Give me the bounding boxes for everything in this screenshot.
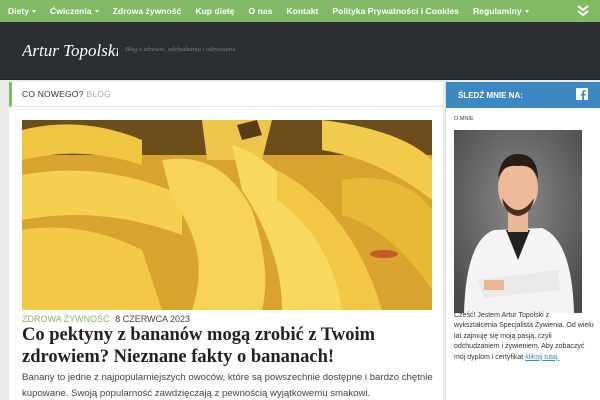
top-navigation: Diety Ćwiczenia Zdrowa żywność Kup dietę… xyxy=(0,0,600,22)
nav-item-label: Kup dietę xyxy=(195,6,235,16)
about-heading: O mnie xyxy=(454,116,474,122)
nav-item-label: Kontakt xyxy=(286,6,319,16)
author-photo xyxy=(454,130,582,313)
nav-item-diety[interactable]: Diety xyxy=(8,6,37,16)
site-logo[interactable]: Artur Topolski xyxy=(22,38,118,62)
nav-item-kontakt[interactable]: Kontakt xyxy=(286,6,318,16)
post-excerpt: Banany to jedne z najpopularniejszych ow… xyxy=(22,372,433,399)
nav-item-kup-diete[interactable]: Kup dietę xyxy=(195,6,234,16)
nav-item-label: Zdrowa żywność xyxy=(112,6,182,16)
post-featured-image[interactable] xyxy=(22,120,432,310)
nav-item-cwiczenia[interactable]: Ćwiczenia xyxy=(50,6,99,16)
bio-link[interactable]: kliknij tutaj. xyxy=(525,354,559,361)
caret-down-icon xyxy=(524,9,529,13)
nav-item-label: Diety xyxy=(8,6,30,16)
nav-item-polityka[interactable]: Polityka Prywatności i Cookies xyxy=(332,6,459,16)
author-bio-text: Cześć! Jestem Artur Topolski z wykształc… xyxy=(454,312,594,361)
sidebar: Śledź mnie na: O mnie Cześć! Jestem Artu… xyxy=(445,82,600,400)
site-header: Artur Topolski Blog o zdrowiu, odchudzan… xyxy=(0,22,600,80)
nav-item-label: Polityka Prywatności i Cookies xyxy=(332,6,459,16)
author-bio: Cześć! Jestem Artur Topolski z wykształc… xyxy=(454,311,594,363)
post-category[interactable]: Zdrowa żywność xyxy=(22,314,110,324)
nav-item-zdrowa-zywnosc[interactable]: Zdrowa żywność xyxy=(113,6,182,16)
logo-text: Artur Topolski xyxy=(22,41,118,60)
main-content: Co nowego? Blog Zdrowa żywność 8 czerwca… xyxy=(9,82,443,400)
facebook-icon[interactable] xyxy=(576,88,588,100)
nav-item-regulaminy[interactable]: Regulaminy xyxy=(473,6,529,16)
section-heading-secondary: Blog xyxy=(86,89,111,99)
section-heading: Co nowego? Blog xyxy=(9,82,443,107)
post-date: 8 czerwca 2023 xyxy=(115,314,191,324)
caret-down-icon xyxy=(32,9,37,13)
nav-item-o-nas[interactable]: O nas xyxy=(249,6,273,16)
post-title[interactable]: Co pektyny z bananów mogą zrobić z Twoim… xyxy=(22,324,437,368)
section-heading-primary: Co nowego? xyxy=(22,89,84,99)
nav-item-label: Regulaminy xyxy=(472,6,522,16)
post-meta: Zdrowa żywność 8 czerwca 2023 xyxy=(22,314,190,324)
follow-label: Śledź mnie na: xyxy=(458,90,523,100)
caret-down-icon xyxy=(94,9,99,13)
site-tagline: Blog o zdrowiu, odchudzaniu i odżywianiu xyxy=(125,46,236,53)
double-chevron-down-icon[interactable] xyxy=(576,4,590,18)
nav-item-label: Ćwiczenia xyxy=(50,6,92,16)
nav-item-label: O nas xyxy=(248,6,273,16)
